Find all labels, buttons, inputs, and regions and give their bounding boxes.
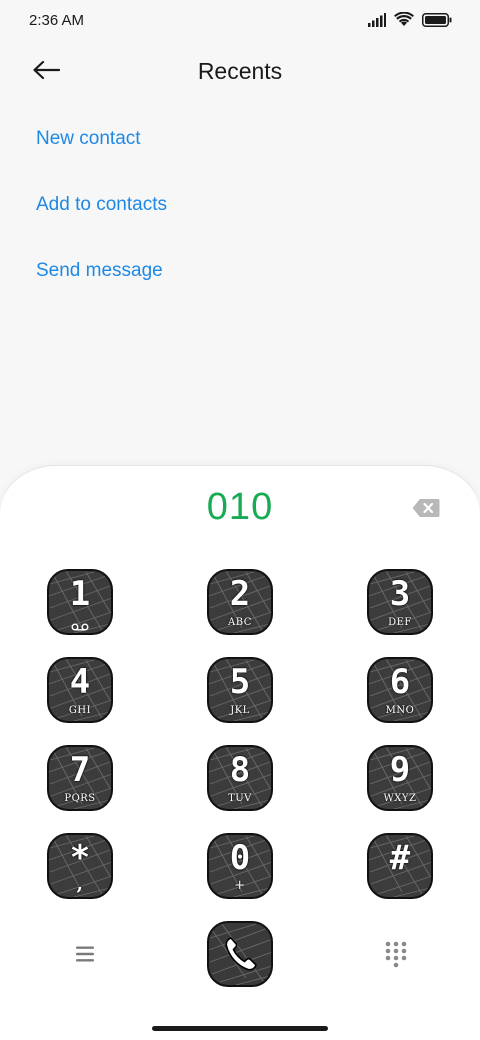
call-button[interactable] [206,920,274,988]
status-time: 2:36 AM [29,12,85,29]
phone-icon [224,936,258,977]
send-message-link[interactable]: Send message [36,260,163,282]
dial-key-4[interactable]: 4 GHI [46,656,114,724]
dialed-number: 010 [206,486,274,528]
dial-key-9[interactable]: 9 WXYZ [366,744,434,812]
dial-key-letters: WXYZ [383,793,417,804]
dial-key-letters: MNO [385,705,415,716]
dial-key-digit: # [389,838,411,878]
dialpad-bottom-bar [0,920,480,990]
dial-key-0[interactable]: 0 + [206,832,274,900]
header: Recents [0,48,480,96]
dial-key-letters: + [234,878,246,893]
wifi-icon [394,12,414,27]
dial-key-digit: 1 [69,574,91,614]
dial-key-letters: TUV [228,793,252,804]
new-contact-link[interactable]: New contact [36,128,141,150]
dial-key-6[interactable]: 6 MNO [366,656,434,724]
dial-key-letters: DEF [388,617,412,628]
dial-key-digit: 2 [229,574,251,614]
dial-key-letters: , [76,874,84,895]
dial-key-letters: JKL [230,705,250,716]
phone-screen: 2:36 AM Recents New contact Add to conta… [0,0,480,1040]
dial-key-8[interactable]: 8 TUV [206,744,274,812]
keypad-toggle-button[interactable] [384,940,408,968]
dial-key-hash[interactable]: # [366,832,434,900]
dial-key-3[interactable]: 3 DEF [366,568,434,636]
dial-key-letters: ABC [228,617,252,628]
dial-key-1[interactable]: 1 [46,568,114,636]
dial-key-digit: 0 [229,838,251,878]
home-indicator[interactable] [152,1026,328,1031]
keypad-icon [384,941,408,972]
dial-key-letters: PQRS [64,793,96,804]
menu-button[interactable] [72,942,98,966]
dial-key-digit: 3 [389,574,411,614]
backspace-button[interactable] [412,498,440,518]
dial-key-digit: 7 [69,750,91,790]
dial-key-letters: GHI [68,705,92,716]
voicemail-icon [46,618,114,636]
battery-icon [422,12,452,27]
dial-key-digit: 8 [229,750,251,790]
signal-icon [368,12,386,27]
page-title: Recents [197,58,283,84]
dial-key-digit: * [69,838,91,878]
dialpad-panel: 010 1 2 ABC 3 DEF 4 GHI 5 JKL 6 MNO 7 PQRS 8 TUV 9 WXYZ *… [0,466,480,1040]
dial-key-digit: 4 [69,662,91,702]
status-icons [368,12,452,27]
dial-key-digit: 6 [389,662,411,702]
dial-key-digit: 9 [389,750,411,790]
menu-icon [72,946,98,970]
status-bar: 2:36 AM [0,0,480,44]
dial-key-digit: 5 [229,662,251,702]
dial-key-star[interactable]: *, [46,832,114,900]
dial-key-2[interactable]: 2 ABC [206,568,274,636]
dial-key-5[interactable]: 5 JKL [206,656,274,724]
add-to-contacts-link[interactable]: Add to contacts [36,194,167,216]
backspace-icon [412,499,440,522]
dial-key-7[interactable]: 7 PQRS [46,744,114,812]
